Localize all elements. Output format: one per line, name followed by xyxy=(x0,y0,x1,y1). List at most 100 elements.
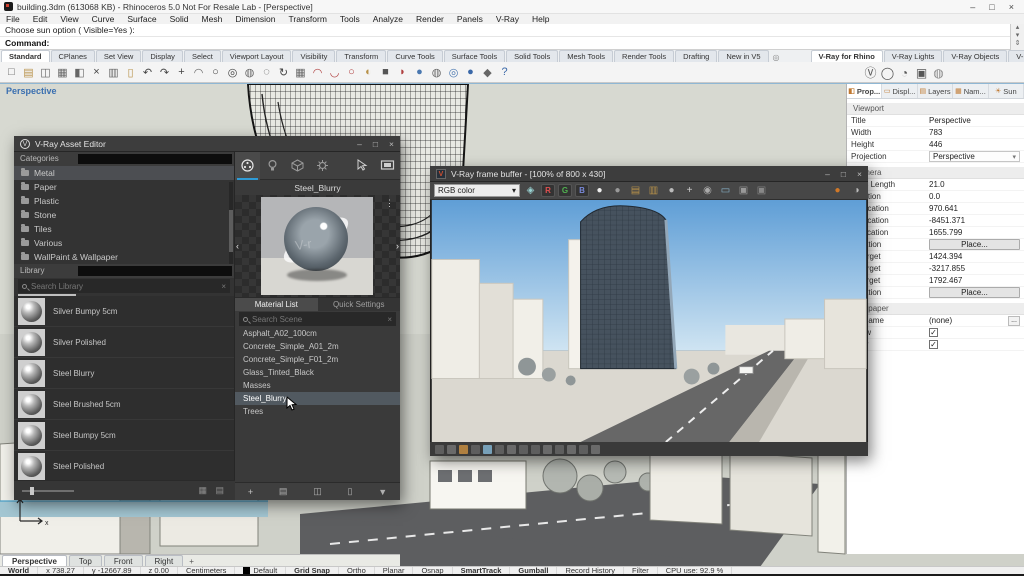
color-corrections-icon[interactable]: ▣ xyxy=(736,183,751,198)
toolbar-tab[interactable]: New in V5 xyxy=(718,50,768,62)
status-pane[interactable]: Gumball xyxy=(510,567,557,574)
delete-icon[interactable]: × xyxy=(88,64,105,81)
command-scroll-spinner[interactable]: ▴▾⇕ xyxy=(1010,24,1024,50)
category-item[interactable]: Metal xyxy=(14,166,234,180)
display-icon[interactable] xyxy=(375,152,400,180)
curve-icon[interactable]: ◡ xyxy=(326,64,343,81)
toolbar-tab[interactable]: Display xyxy=(142,50,183,62)
vfb-mini-icon[interactable] xyxy=(519,445,528,454)
vray-toolbar-tab[interactable]: V-Ray Objects xyxy=(943,50,1007,62)
status-pane[interactable]: Centimeters xyxy=(178,567,235,574)
status-pane[interactable]: Grid Snap xyxy=(286,567,339,574)
panel-tab[interactable]: ▤Layers xyxy=(918,84,953,98)
batch-render-icon[interactable]: ◍ xyxy=(930,64,947,81)
library-material-item[interactable]: Silver Bumpy 5cm xyxy=(14,296,234,327)
new-file-icon[interactable]: □ xyxy=(3,64,20,81)
menu-item[interactable]: Panels xyxy=(457,14,483,24)
command-prompt[interactable]: Command: xyxy=(0,37,1010,50)
status-pane[interactable]: Filter xyxy=(624,567,658,574)
viewport-tab[interactable]: Front xyxy=(104,555,143,566)
save-asset-icon[interactable]: ◫ xyxy=(313,486,322,497)
place-camera-button[interactable]: Place... xyxy=(929,239,1020,250)
command-history[interactable]: Choose sun option ( Visible=Yes ): xyxy=(0,24,1010,37)
menu-item[interactable]: Mesh xyxy=(202,14,223,24)
toolbar-tab[interactable]: Visibility xyxy=(292,50,335,62)
toolbar-tab[interactable]: CPlanes xyxy=(51,50,95,62)
materials-icon[interactable] xyxy=(235,152,260,180)
y-location-value[interactable]: -8451.371 xyxy=(929,216,1020,225)
status-pane[interactable]: Planar xyxy=(375,567,414,574)
copy-icon[interactable]: ◧ xyxy=(71,64,88,81)
status-pane[interactable]: CPU use: 92.9 % xyxy=(658,567,733,574)
x-target-value[interactable]: 1424.394 xyxy=(929,252,1020,261)
menu-item[interactable]: Curve xyxy=(92,14,115,24)
vfb-mini-icon[interactable] xyxy=(447,445,456,454)
lens-length-value[interactable]: 21.0 xyxy=(929,180,1020,189)
menu-item[interactable]: Help xyxy=(532,14,549,24)
z-target-value[interactable]: 1792.467 xyxy=(929,276,1020,285)
panel-tab[interactable]: ▦Nam... xyxy=(953,84,988,98)
expand-right-icon[interactable]: › xyxy=(396,241,399,251)
menu-item[interactable]: View xyxy=(60,14,78,24)
vfb-mini-icon[interactable] xyxy=(435,445,444,454)
close-button[interactable]: × xyxy=(857,169,862,179)
x-location-value[interactable]: 970.641 xyxy=(929,204,1020,213)
rotate-view-icon[interactable]: ↻ xyxy=(275,64,292,81)
pan-icon[interactable]: ◠ xyxy=(190,64,207,81)
status-pane[interactable]: Ortho xyxy=(339,567,375,574)
move-icon[interactable]: + xyxy=(173,64,190,81)
delete-asset-icon[interactable]: ▯ xyxy=(347,486,352,497)
categories-header[interactable]: Categories xyxy=(14,152,234,166)
preview-options-icon[interactable]: ⋮ xyxy=(385,201,394,205)
menu-item[interactable]: File xyxy=(6,14,20,24)
library-material-item[interactable]: Steel Brushed 5cm xyxy=(14,389,234,420)
toolbar-tab[interactable]: Solid Tools xyxy=(506,50,558,62)
menu-item[interactable]: Tools xyxy=(340,14,360,24)
vfb-mini-icon[interactable] xyxy=(531,445,540,454)
channel-select[interactable]: RGB color▾ xyxy=(434,184,520,197)
vfb-mini-icon[interactable] xyxy=(471,445,480,454)
asset-editor-title-bar[interactable]: V V-Ray Asset Editor – □ × xyxy=(14,136,400,152)
panel-tab[interactable]: ▭Displ... xyxy=(882,84,917,98)
viewport-tab[interactable]: Right xyxy=(145,555,184,566)
gear-icon[interactable]: ◆ xyxy=(479,64,496,81)
save-image-icon[interactable]: ▤ xyxy=(628,183,643,198)
menu-item[interactable]: V-Ray xyxy=(496,14,519,24)
scene-material-item[interactable]: Masses xyxy=(235,379,400,392)
scene-material-item[interactable]: Concrete_Simple_A01_2m xyxy=(235,340,400,353)
toolbar-tab[interactable]: Select xyxy=(184,50,221,62)
toolbar-tab[interactable]: Mesh Tools xyxy=(559,50,613,62)
vray-toolbar-tab[interactable]: V-Ray Extra xyxy=(1008,50,1024,62)
z-location-value[interactable]: 1655.799 xyxy=(929,228,1020,237)
asset-list-tab[interactable]: Material List xyxy=(235,298,318,311)
add-asset-icon[interactable]: + xyxy=(248,487,253,497)
scene-material-item[interactable]: Trees xyxy=(235,405,400,418)
track-mouse-icon[interactable]: + xyxy=(682,183,697,198)
add-viewport-tab-icon[interactable]: + xyxy=(183,556,200,566)
green-channel-icon[interactable]: G xyxy=(558,184,572,197)
status-pane[interactable]: z 0.00 xyxy=(141,567,178,574)
scene-material-item[interactable]: Steel_Blurry xyxy=(235,392,400,405)
zoom-window-icon[interactable]: ◍ xyxy=(241,64,258,81)
status-pane[interactable]: Osnap xyxy=(413,567,452,574)
viewport-layout-icon[interactable]: ▦ xyxy=(292,64,309,81)
lights-icon[interactable] xyxy=(260,152,285,180)
save-icon[interactable]: ◫ xyxy=(37,64,54,81)
toolbar-tab[interactable]: Surface Tools xyxy=(444,50,505,62)
category-item[interactable]: WallPaint & Wallpaper xyxy=(14,250,234,264)
circle-icon[interactable]: ○ xyxy=(343,64,360,81)
toolbar-tab[interactable]: Drafting xyxy=(675,50,717,62)
vray-logo-icon[interactable]: ● xyxy=(830,183,845,198)
viewport-tab[interactable]: Perspective xyxy=(2,555,67,566)
settings-icon[interactable] xyxy=(310,152,335,180)
status-pane[interactable]: SmartTrack xyxy=(453,567,511,574)
light-icon[interactable]: ◐ xyxy=(360,64,377,81)
interactive-render-icon[interactable]: ◔ xyxy=(896,64,913,81)
earth-icon[interactable]: ● xyxy=(462,64,479,81)
clear-image-icon[interactable]: ● xyxy=(664,183,679,198)
collapse-left-icon[interactable]: ‹ xyxy=(236,241,239,251)
frame-buffer-icon[interactable]: ▣ xyxy=(913,64,930,81)
y-target-value[interactable]: -3217.855 xyxy=(929,264,1020,273)
category-item[interactable]: Plastic xyxy=(14,194,234,208)
viewport-title-value[interactable]: Perspective xyxy=(929,116,1020,125)
